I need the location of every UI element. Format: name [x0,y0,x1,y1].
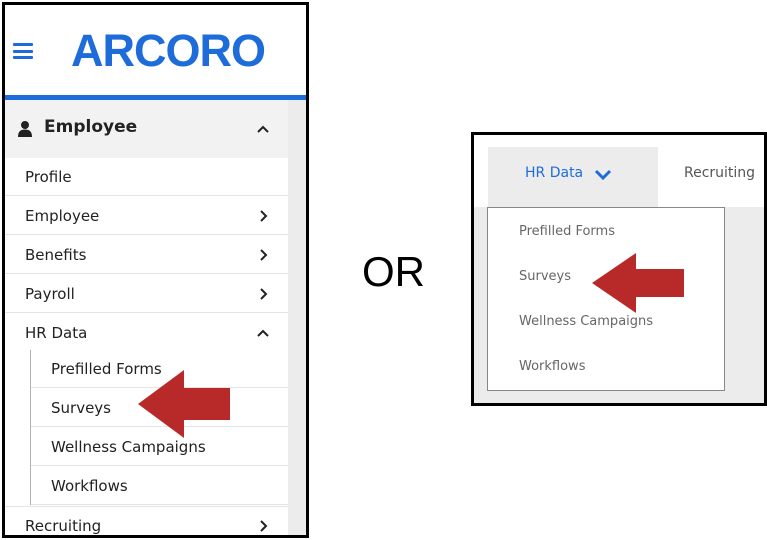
top-nav-panel: HR Data Recruiting Prefilled Forms Surve… [471,132,767,406]
chevron-up-icon[interactable] [256,122,270,136]
red-arrow-icon [592,253,684,313]
dropdown-item-workflows[interactable]: Workflows [519,359,585,374]
sidebar-item-employee[interactable]: Employee [5,197,288,235]
chevron-right-icon [256,248,270,262]
chevron-down-icon [594,167,612,183]
sidebar-item-label: Profile [25,168,72,186]
submenu-item-label: Workflows [51,477,128,495]
sidebar-item-profile[interactable]: Profile [5,158,288,196]
employee-section-header[interactable]: Employee [5,100,288,158]
hamburger-menu-icon[interactable] [13,43,33,59]
dropdown-item-prefilled-forms[interactable]: Prefilled Forms [519,224,615,239]
sidebar-item-label: Employee [25,207,100,225]
person-icon [18,121,32,137]
tab-label: Recruiting [684,165,756,181]
sidebar-panel: ARCORO Employee Profile Employee Benefit… [2,2,309,538]
sidebar-item-recruiting[interactable]: Recruiting [5,506,288,535]
chevron-right-icon [256,287,270,301]
dropdown-item-wellness-campaigns[interactable]: Wellness Campaigns [519,314,653,329]
sidebar-item-label: HR Data [25,324,88,342]
submenu-item-workflows[interactable]: Workflows [31,467,288,505]
section-title: Employee [44,117,138,137]
sidebar-scrollbar[interactable] [288,100,306,535]
sidebar-nav: Employee Profile Employee Benefits Payro… [5,100,288,535]
sidebar-item-label: Benefits [25,246,87,264]
or-separator: OR [362,248,425,295]
submenu-item-label: Surveys [51,399,111,417]
top-bar: ARCORO [5,5,306,95]
dropdown-item-surveys[interactable]: Surveys [519,269,571,284]
sidebar-item-hr-data[interactable]: HR Data [5,314,288,352]
chevron-right-icon [256,519,270,533]
arcoro-logo: ARCORO [71,25,266,76]
tab-hr-data[interactable]: HR Data [488,147,658,207]
sidebar-item-label: Payroll [25,285,75,303]
chevron-right-icon [256,209,270,223]
tab-label: HR Data [525,165,584,181]
submenu-item-label: Wellness Campaigns [51,438,206,456]
chevron-up-icon [256,326,270,340]
sidebar-item-benefits[interactable]: Benefits [5,236,288,274]
sidebar-item-payroll[interactable]: Payroll [5,275,288,313]
sidebar-item-label: Recruiting [25,517,102,535]
red-arrow-icon [138,370,230,438]
